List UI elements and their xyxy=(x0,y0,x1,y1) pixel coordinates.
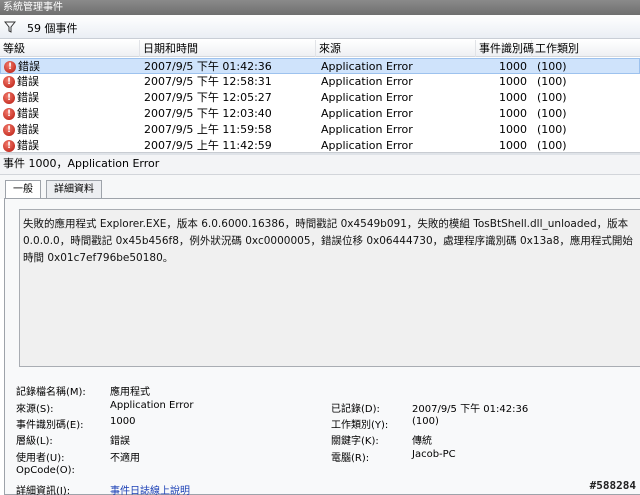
row-datetime: 2007/9/5 下午 01:42:36 xyxy=(144,60,272,73)
event-id-value: 1000 xyxy=(110,416,136,427)
row-category: (100) xyxy=(537,107,567,120)
row-source: Application Error xyxy=(321,107,413,120)
row-event-id: 1000 xyxy=(499,107,527,120)
filter-bar: 59 個事件 xyxy=(0,15,640,39)
more-info-label: 詳細資訊(I): xyxy=(16,486,71,495)
row-event-id: 1000 xyxy=(499,139,527,152)
log-name-label: 記錄檔名稱(M): xyxy=(16,387,86,398)
task-category-value: (100) xyxy=(412,416,439,427)
filter-icon[interactable] xyxy=(4,21,16,33)
row-level: 錯誤 xyxy=(17,123,39,136)
row-event-id: 1000 xyxy=(499,123,527,136)
logged-value: 2007/9/5 下午 01:42:36 xyxy=(412,404,529,415)
error-icon: ! xyxy=(3,140,15,152)
table-row[interactable]: ! 錯誤 2007/9/5 下午 12:58:31 Application Er… xyxy=(0,74,640,90)
row-datetime: 2007/9/5 下午 12:03:40 xyxy=(144,107,272,120)
user-value: 不適用 xyxy=(110,453,140,464)
row-level: 錯誤 xyxy=(17,139,39,152)
event-grid: 等級 日期和時間 來源 事件識別碼 工作類別 ! 錯誤 2007/9/5 下午 … xyxy=(0,40,640,152)
grid-header: 等級 日期和時間 來源 事件識別碼 工作類別 xyxy=(0,40,640,57)
error-icon: ! xyxy=(4,61,16,73)
tab-details[interactable]: 詳細資料 xyxy=(46,180,102,199)
detail-title: 事件 1000，Application Error xyxy=(0,155,640,175)
window-title: 系統管理事件 xyxy=(0,0,640,15)
error-icon: ! xyxy=(3,108,15,120)
column-header-event-id[interactable]: 事件識別碼 xyxy=(476,40,534,57)
computer-label: 電腦(R): xyxy=(331,453,370,464)
detail-tabs: 一般 詳細資料 xyxy=(0,175,640,200)
row-source: Application Error xyxy=(321,139,413,152)
watermark: #588284 xyxy=(589,479,636,492)
row-event-id: 1000 xyxy=(499,91,527,104)
column-header-category[interactable]: 工作類別 xyxy=(532,40,640,57)
table-row[interactable]: ! 錯誤 2007/9/5 下午 12:03:40 Application Er… xyxy=(0,106,640,122)
row-category: (100) xyxy=(537,91,567,104)
keywords-label: 關鍵字(K): xyxy=(331,436,379,447)
level-label: 層級(L): xyxy=(16,436,53,447)
computer-value: Jacob-PC xyxy=(412,449,456,460)
row-level: 錯誤 xyxy=(17,91,39,104)
row-source: Application Error xyxy=(321,75,413,88)
row-level: 錯誤 xyxy=(18,60,40,73)
row-level: 錯誤 xyxy=(17,107,39,120)
event-description[interactable]: 失敗的應用程式 Explorer.EXE，版本 6.0.6000.16386，時… xyxy=(19,209,640,367)
source-label: 來源(S): xyxy=(16,404,54,415)
keywords-value: 傳統 xyxy=(412,436,432,447)
general-panel: 失敗的應用程式 Explorer.EXE，版本 6.0.6000.16386，時… xyxy=(4,198,640,495)
row-source: Application Error xyxy=(321,123,413,136)
table-row[interactable]: ! 錯誤 2007/9/5 下午 01:42:36 Application Er… xyxy=(0,58,640,74)
level-value: 錯誤 xyxy=(110,436,130,447)
row-category: (100) xyxy=(537,139,567,152)
log-name-value: 應用程式 xyxy=(110,387,150,398)
row-level: 錯誤 xyxy=(17,75,39,88)
user-label: 使用者(U): xyxy=(16,453,65,464)
row-category: (100) xyxy=(537,75,567,88)
event-count: 59 個事件 xyxy=(27,22,78,35)
column-header-datetime[interactable]: 日期和時間 xyxy=(140,40,316,57)
event-id-label: 事件識別碼(E): xyxy=(16,420,84,431)
row-datetime: 2007/9/5 上午 11:59:58 xyxy=(144,123,272,136)
row-event-id: 1000 xyxy=(499,60,527,73)
error-icon: ! xyxy=(3,92,15,104)
row-datetime: 2007/9/5 上午 11:42:59 xyxy=(144,139,272,152)
table-row[interactable]: ! 錯誤 2007/9/5 上午 11:42:59 Application Er… xyxy=(0,138,640,152)
task-category-label: 工作類別(Y): xyxy=(331,420,389,431)
row-datetime: 2007/9/5 下午 12:05:27 xyxy=(144,91,272,104)
event-log-online-help-link[interactable]: 事件日誌線上說明 xyxy=(110,482,190,495)
table-row[interactable]: ! 錯誤 2007/9/5 上午 11:59:58 Application Er… xyxy=(0,122,640,138)
error-icon: ! xyxy=(3,124,15,136)
column-header-source[interactable]: 來源 xyxy=(316,40,476,57)
row-category: (100) xyxy=(537,123,567,136)
row-source: Application Error xyxy=(321,60,413,73)
table-row[interactable]: ! 錯誤 2007/9/5 下午 12:05:27 Application Er… xyxy=(0,90,640,106)
error-icon: ! xyxy=(3,76,15,88)
opcode-label: OpCode(O): xyxy=(16,465,75,476)
row-event-id: 1000 xyxy=(499,75,527,88)
tab-general[interactable]: 一般 xyxy=(5,180,41,200)
row-category: (100) xyxy=(537,60,567,73)
source-value: Application Error xyxy=(110,400,194,411)
row-datetime: 2007/9/5 下午 12:58:31 xyxy=(144,75,272,88)
column-header-level[interactable]: 等級 xyxy=(0,40,140,57)
logged-label: 已記錄(D): xyxy=(331,404,380,415)
row-source: Application Error xyxy=(321,91,413,104)
